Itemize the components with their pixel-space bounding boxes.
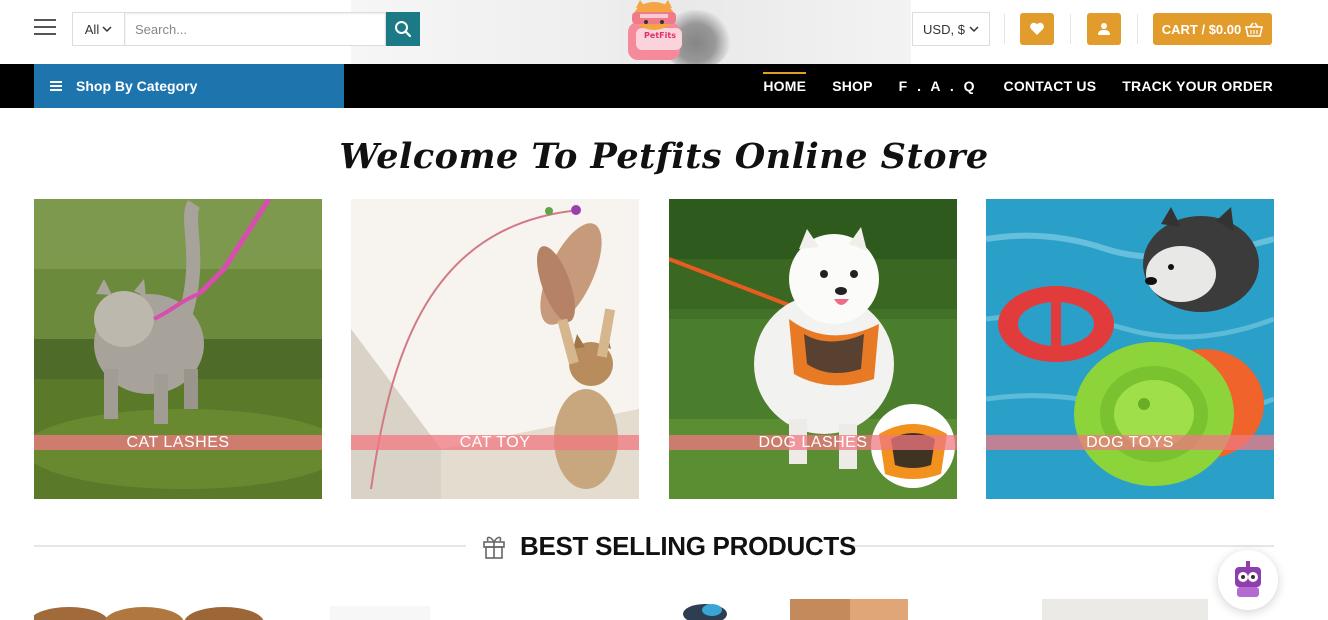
divider (1137, 14, 1138, 44)
chevron-down-icon (102, 25, 112, 32)
chevron-down-icon (969, 25, 979, 32)
currency-selector[interactable]: USD, $ (912, 12, 990, 46)
product-image (670, 600, 740, 620)
category-dog-toys[interactable]: DOG TOYS (986, 199, 1274, 499)
main-nav: Shop By Category HOME SHOP F . A . Q CON… (0, 64, 1328, 108)
account-button[interactable] (1087, 13, 1121, 45)
product-thumbnail[interactable] (330, 606, 430, 620)
menu-icon (50, 79, 62, 93)
site-logo[interactable]: PetFits (618, 0, 690, 62)
heart-icon (1030, 22, 1044, 35)
svg-text:PetFits: PetFits (644, 31, 676, 40)
gift-icon (483, 536, 505, 559)
welcome-title: Welcome To Petfits Online Store (339, 136, 989, 177)
category-label: DOG LASHES (669, 435, 957, 451)
cart-label: CART / $0.00 (1161, 21, 1242, 37)
category-cat-toy[interactable]: CAT TOY (351, 199, 639, 499)
cat-on-leash-image (34, 199, 322, 499)
product-image (330, 606, 430, 620)
search-icon (395, 21, 412, 38)
best-selling-heading: BEST SELLING PRODUCTS (482, 530, 856, 562)
nav-shop[interactable]: SHOP (832, 64, 872, 108)
product-thumbnail[interactable] (1042, 599, 1208, 620)
basket-icon (1245, 22, 1264, 37)
nav-home[interactable]: HOME (763, 64, 807, 108)
shop-by-category-button[interactable]: Shop By Category (34, 64, 344, 108)
search-input[interactable] (125, 12, 386, 46)
white-dog-with-harness-image (669, 199, 957, 499)
kitten-with-feather-wand-image (351, 199, 639, 499)
petfits-logo-icon: PetFits (628, 0, 682, 60)
product-thumbnail[interactable] (790, 599, 908, 620)
best-selling-title: BEST SELLING PRODUCTS (520, 530, 857, 561)
search-category-label: All (84, 21, 100, 37)
product-thumbnail[interactable] (670, 600, 740, 620)
hamburger-menu-icon[interactable] (34, 19, 56, 37)
product-image (1042, 599, 1208, 620)
section-divider (842, 545, 1274, 547)
search-button[interactable] (386, 12, 420, 46)
nav-contact-us[interactable]: CONTACT US (1004, 64, 1097, 108)
nav-faq[interactable]: F . A . Q (899, 64, 978, 108)
category-label: CAT LASHES (34, 435, 322, 451)
wishlist-button[interactable] (1020, 13, 1054, 45)
product-image (790, 599, 908, 620)
category-label: DOG TOYS (986, 435, 1274, 451)
category-dog-lashes[interactable]: DOG LASHES (669, 199, 957, 499)
product-image (34, 603, 265, 620)
product-thumbnail[interactable] (34, 603, 265, 620)
search-bar: All (72, 12, 420, 46)
chat-widget-button[interactable] (1218, 550, 1278, 610)
category-cat-lashes[interactable]: CAT LASHES (34, 199, 322, 499)
user-icon (1098, 23, 1110, 35)
search-category-select[interactable]: All (72, 12, 125, 46)
divider (1070, 14, 1071, 44)
cart-button[interactable]: CART / $0.00 (1153, 13, 1272, 45)
divider (1004, 14, 1005, 44)
currency-label: USD, $ (923, 21, 965, 37)
category-label: CAT TOY (351, 435, 639, 451)
section-divider (34, 545, 466, 547)
robot-icon (1235, 561, 1261, 597)
shop-by-category-label: Shop By Category (76, 78, 198, 94)
site-header: All PetFits USD, $ CART / $0.00 (0, 0, 1328, 70)
nav-track-order[interactable]: TRACK YOUR ORDER (1122, 64, 1273, 108)
nav-links: HOME SHOP F . A . Q CONTACT US TRACK YOU… (737, 64, 1273, 108)
dog-swimming-with-frisbees-image (986, 199, 1274, 499)
